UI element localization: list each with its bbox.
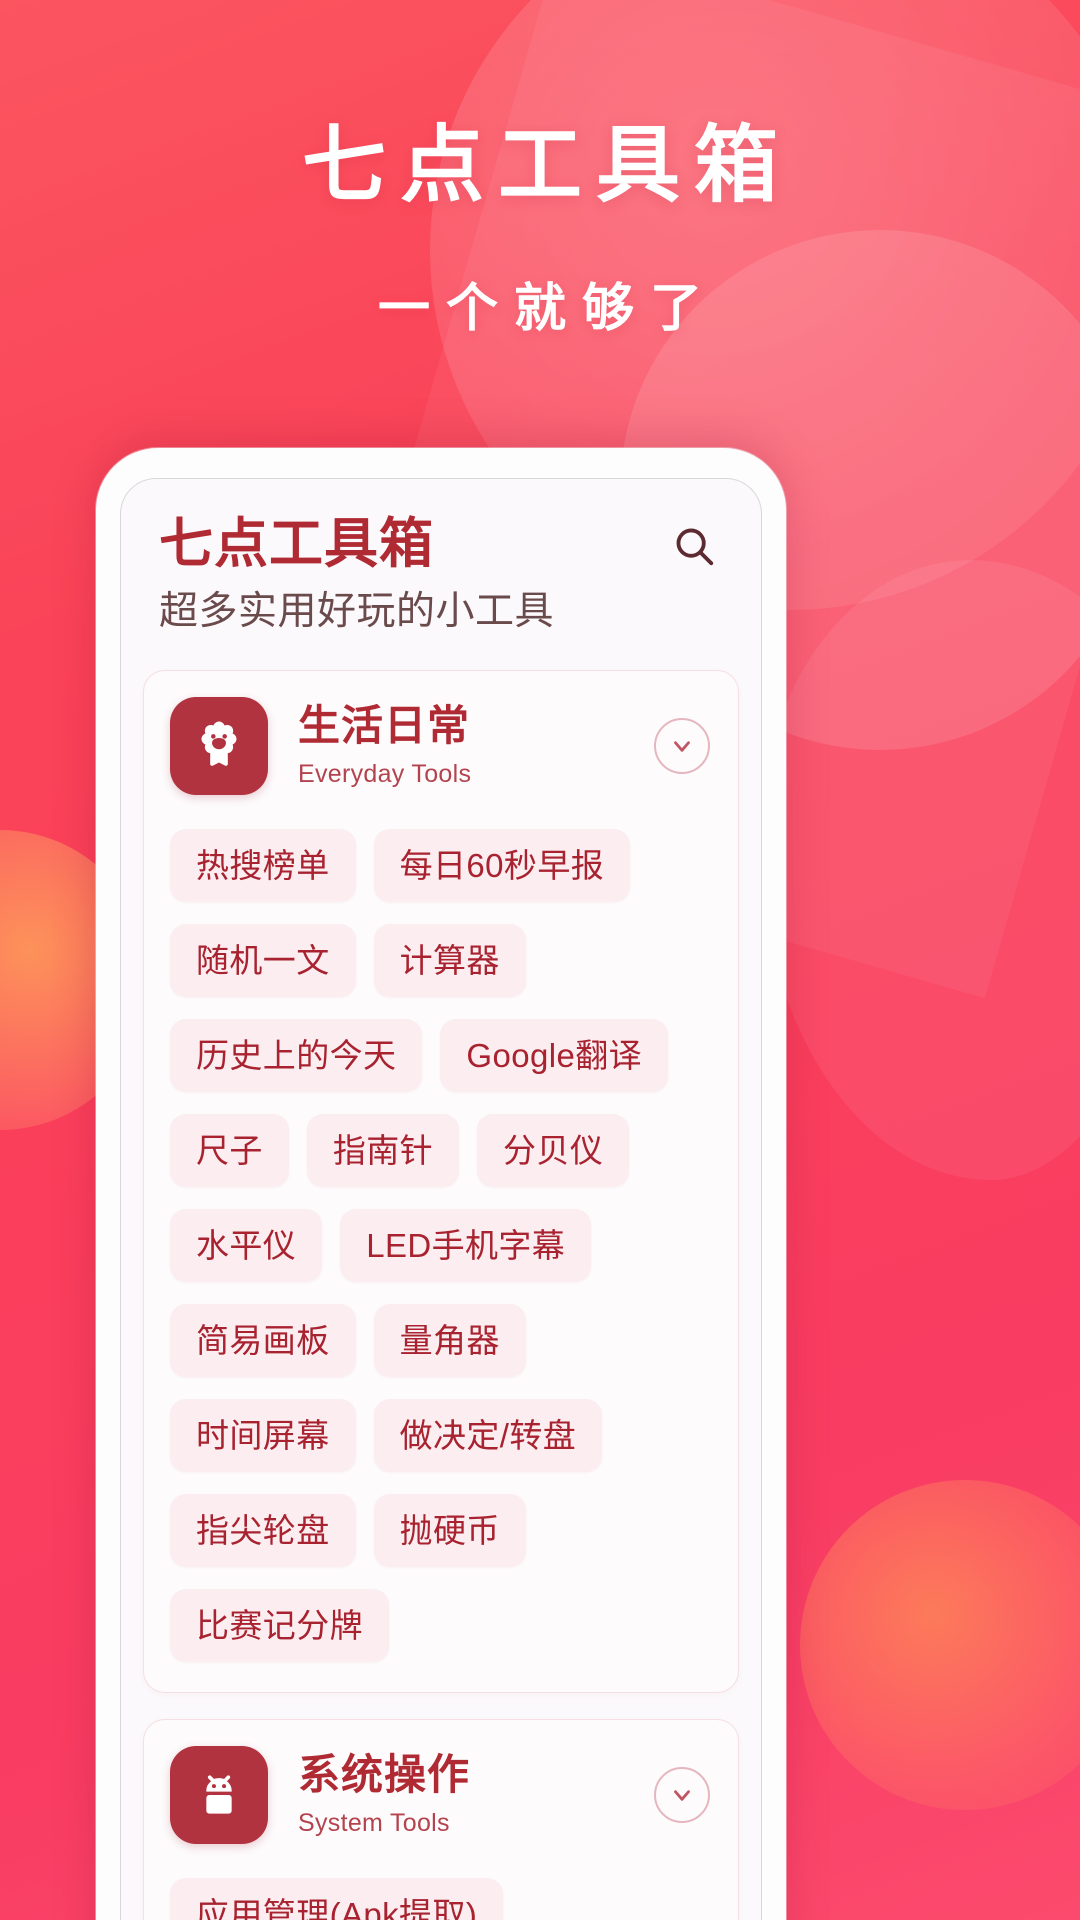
android-robot-icon — [170, 1745, 268, 1844]
tool-chip[interactable]: Google翻译 — [440, 1018, 669, 1092]
tool-chip[interactable]: 比赛记分牌 — [170, 1588, 389, 1662]
flower-face-icon — [170, 696, 268, 795]
category-name: 生活日常 — [298, 701, 471, 749]
phone-mockup: 七点工具箱 超多实用好玩的小工具 生活日常 Everyday Tools 热搜榜… — [96, 448, 786, 1920]
app-header: 七点工具箱 超多实用好玩的小工具 — [121, 479, 761, 644]
tool-chip[interactable]: 做决定/转盘 — [373, 1398, 603, 1472]
chevron-down-icon[interactable] — [654, 717, 710, 774]
tool-chip[interactable]: 时间屏幕 — [170, 1398, 356, 1472]
tool-chip-list: 热搜榜单 每日60秒早报 随机一文 计算器 历史上的今天 Google翻译 尺子… — [166, 828, 716, 1662]
app-title: 七点工具箱 — [159, 514, 434, 574]
tool-chip-list: 应用管理(Apk提取) 提取手机壁纸 — [166, 1877, 716, 1920]
tool-chip[interactable]: 抛硬币 — [373, 1493, 526, 1567]
tool-chip[interactable]: 分贝仪 — [477, 1113, 630, 1187]
app-subtitle: 超多实用好玩的小工具 — [159, 589, 555, 633]
tool-chip[interactable]: 每日60秒早报 — [373, 828, 631, 902]
category-header[interactable]: 生活日常 Everyday Tools — [166, 696, 716, 795]
tool-chip[interactable]: 尺子 — [170, 1113, 289, 1187]
promo-screenshot: 七点工具箱 一个就够了 七点工具箱 超多实用好玩的小工具 生活日常 Everyd… — [0, 0, 1080, 1920]
chevron-down-icon[interactable] — [654, 1766, 710, 1823]
search-icon[interactable] — [663, 515, 725, 577]
tool-chip[interactable]: 简易画板 — [170, 1303, 356, 1377]
tool-chip[interactable]: 历史上的今天 — [170, 1018, 423, 1092]
decorative-blob-right-orange — [800, 1480, 1080, 1810]
hero-section: 七点工具箱 一个就够了 — [0, 118, 1080, 341]
tool-chip[interactable]: LED手机字幕 — [340, 1208, 592, 1282]
tool-chip[interactable]: 应用管理(Apk提取) — [170, 1877, 504, 1920]
decorative-blob-soft — [760, 560, 1080, 1180]
tool-chip[interactable]: 指尖轮盘 — [170, 1493, 356, 1567]
hero-title: 七点工具箱 — [301, 118, 792, 212]
tool-chip[interactable]: 水平仪 — [170, 1208, 323, 1282]
tool-chip[interactable]: 计算器 — [373, 923, 526, 997]
category-english-name: System Tools — [298, 1809, 450, 1838]
tool-chip[interactable]: 指南针 — [306, 1113, 460, 1187]
category-card-everyday[interactable]: 生活日常 Everyday Tools 热搜榜单 每日60秒早报 随机一文 计算… — [143, 669, 739, 1693]
category-header[interactable]: 系统操作 System Tools — [166, 1745, 716, 1844]
tool-chip[interactable]: 热搜榜单 — [170, 828, 356, 902]
category-text: 系统操作 System Tools — [298, 1751, 470, 1838]
phone-screen: 七点工具箱 超多实用好玩的小工具 生活日常 Everyday Tools 热搜榜… — [120, 478, 762, 1920]
category-card-system[interactable]: 系统操作 System Tools 应用管理(Apk提取) 提取手机壁纸 — [143, 1718, 739, 1920]
category-english-name: Everyday Tools — [298, 760, 472, 789]
tool-chip[interactable]: 量角器 — [373, 1303, 526, 1377]
category-text: 生活日常 Everyday Tools — [298, 702, 471, 789]
tool-chip[interactable]: 随机一文 — [170, 923, 356, 997]
category-name: 系统操作 — [298, 1750, 471, 1798]
hero-subtitle: 一个就够了 — [377, 280, 718, 339]
